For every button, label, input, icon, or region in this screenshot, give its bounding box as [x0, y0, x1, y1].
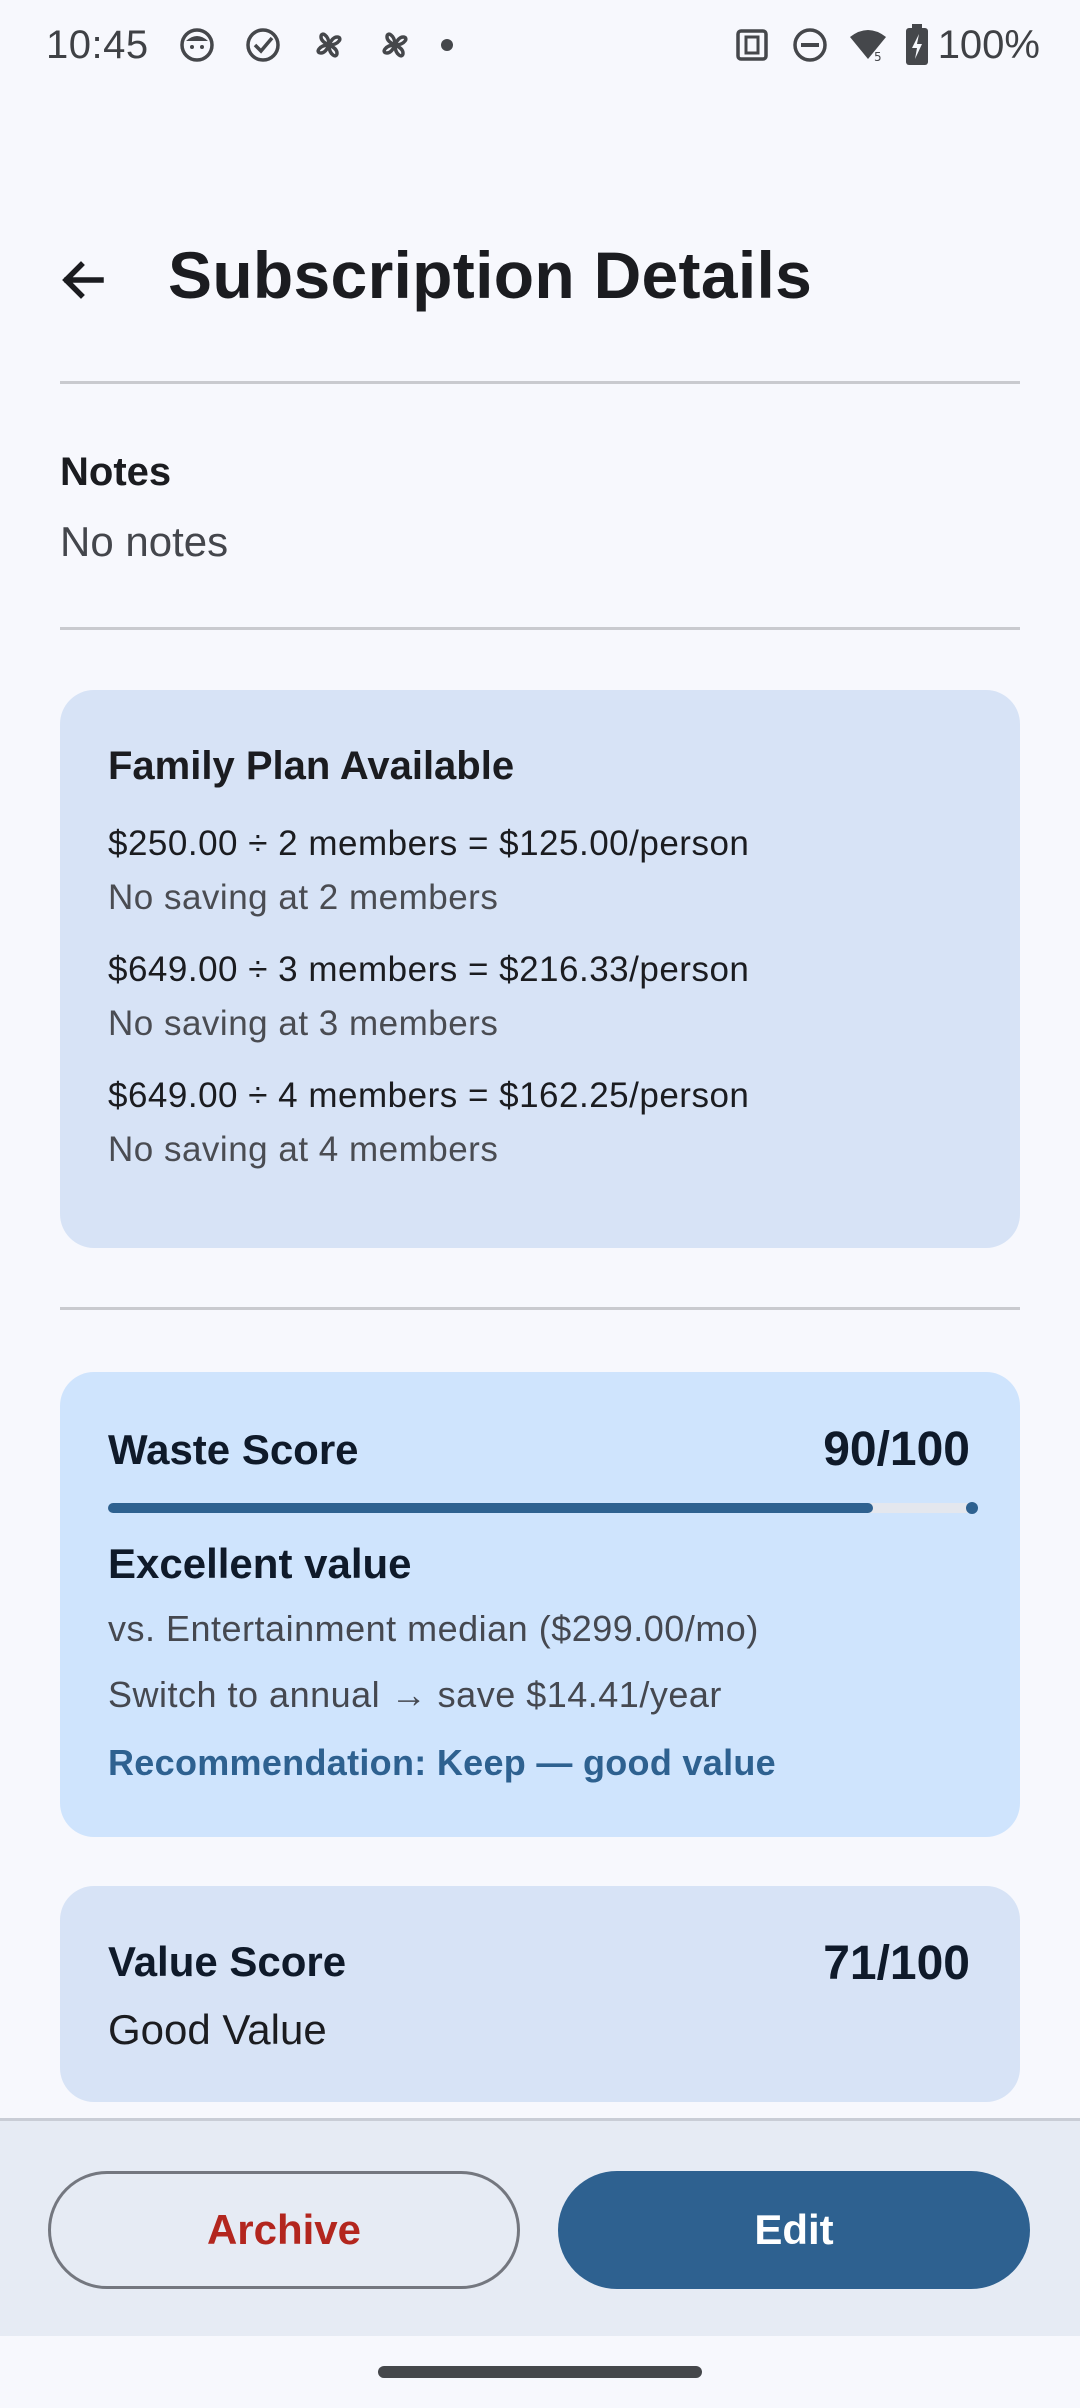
notes-value: No notes	[60, 518, 229, 565]
family-plan-calc: $649.00 ÷ 4 members = $162.25/person	[108, 1076, 750, 1115]
waste-score-annual-saving: Switch to annual → save $14.41/year	[108, 1674, 722, 1715]
waste-score-verdict: Excellent value	[108, 1540, 412, 1587]
waste-score-card: Waste Score 90/100 Excellent value vs. E…	[60, 1372, 1020, 1837]
notification-dot-icon	[440, 39, 453, 51]
waste-score-progress-fill	[108, 1503, 873, 1513]
wifi-icon: 5	[846, 23, 890, 67]
status-time: 10:45	[46, 22, 149, 67]
pinwheel-icon	[373, 23, 417, 67]
archive-button[interactable]: Archive	[48, 2171, 520, 2289]
pinwheel-icon	[307, 23, 351, 67]
waste-score-title: Waste Score	[108, 1426, 359, 1473]
family-plan-card: Family Plan Available $250.00 ÷ 2 member…	[60, 690, 1020, 1248]
waste-score-median: vs. Entertainment median ($299.00/mo)	[108, 1608, 759, 1649]
notes-label: Notes	[60, 450, 172, 494]
wifi-badge: 5	[874, 50, 882, 64]
value-score-label: Good Value	[108, 2006, 327, 2053]
battery-percentage: 100%	[937, 22, 1040, 67]
waste-score-value: 90/100	[823, 1423, 970, 1476]
divider	[60, 627, 1020, 630]
value-score-value: 71/100	[823, 1937, 970, 1990]
check-circle-icon	[241, 23, 285, 67]
status-bar: 10:45 5 100%	[0, 0, 1080, 90]
status-right: 5 100%	[730, 23, 1040, 68]
face-icon	[175, 23, 219, 67]
edit-button[interactable]: Edit	[558, 2171, 1030, 2289]
home-indicator[interactable]	[378, 2366, 702, 2378]
bottom-action-bar: Archive Edit	[0, 2118, 1080, 2336]
back-button[interactable]	[48, 245, 118, 315]
dnd-icon	[788, 23, 832, 67]
family-plan-calc: $250.00 ÷ 2 members = $125.00/person	[108, 824, 750, 863]
value-score-title: Value Score	[108, 1938, 347, 1985]
nfc-icon	[730, 23, 774, 67]
battery-charging-icon	[904, 23, 930, 67]
arrow-back-icon	[62, 261, 104, 299]
waste-score-recommendation: Recommendation: Keep — good value	[108, 1742, 776, 1783]
waste-score-progress-bar	[108, 1502, 978, 1514]
value-score-card: Value Score 71/100 Good Value	[60, 1886, 1020, 2102]
family-plan-title: Family Plan Available	[108, 744, 515, 788]
app-header: Subscription Details	[0, 215, 1080, 335]
family-plan-saving: No saving at 2 members	[108, 878, 499, 917]
status-left: 10:45	[46, 23, 453, 68]
family-plan-calc: $649.00 ÷ 3 members = $216.33/person	[108, 950, 750, 989]
divider	[60, 1307, 1020, 1310]
progress-end-dot	[966, 1502, 978, 1514]
divider	[60, 381, 1020, 384]
page-title: Subscription Details	[168, 238, 813, 312]
family-plan-saving: No saving at 3 members	[108, 1004, 499, 1043]
family-plan-saving: No saving at 4 members	[108, 1130, 499, 1169]
